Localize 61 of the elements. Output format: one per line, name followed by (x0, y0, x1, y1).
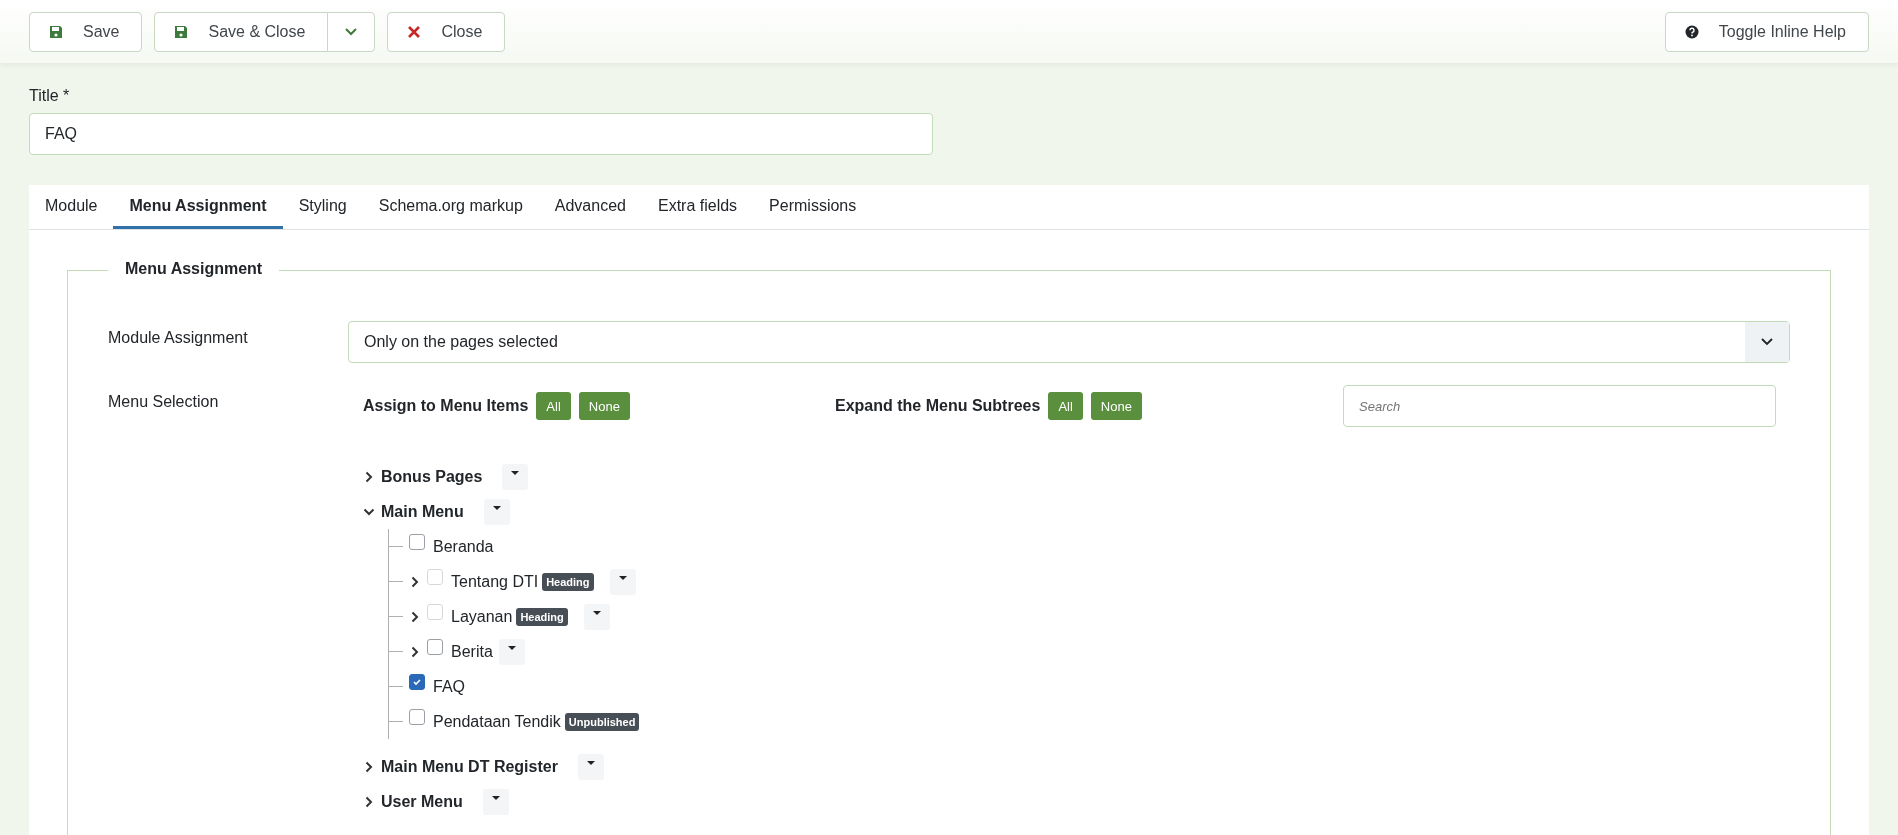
caret-icon (511, 470, 520, 476)
status-badge: Unpublished (564, 712, 640, 731)
menu-label[interactable]: Main Menu DT Register (381, 757, 558, 776)
field-label: Menu Selection (108, 392, 220, 411)
status-badge: Heading (542, 572, 594, 591)
close-button[interactable]: Close (387, 11, 506, 52)
assignment-select[interactable]: Only on the pages selected (348, 321, 1790, 363)
menu-dropdown-button[interactable] (482, 788, 509, 815)
caret-icon (618, 575, 627, 581)
save-button[interactable]: Save (29, 11, 143, 52)
menu-item-label[interactable]: FAQ (433, 677, 465, 696)
question-circle-icon (1684, 24, 1699, 39)
caret-icon (492, 505, 501, 511)
title-input[interactable]: FAQ (29, 113, 933, 155)
chevron-right-icon[interactable] (363, 760, 375, 773)
title-label: Title * (29, 87, 71, 105)
menu-item-label[interactable]: Berita (451, 642, 493, 661)
menu-item-label[interactable]: Pendataan Tendik (433, 712, 561, 731)
tab[interactable]: Module (29, 185, 114, 229)
status-badge: Heading (516, 607, 568, 626)
item-dropdown-button[interactable] (609, 568, 636, 595)
caret-icon (507, 645, 516, 651)
item-dropdown-button[interactable] (498, 638, 525, 665)
tab[interactable]: Permissions (753, 185, 873, 229)
checkbox[interactable] (409, 708, 425, 725)
expand-label: Expand the Menu Subtrees (835, 397, 1041, 415)
expand-button[interactable]: All (1048, 392, 1083, 420)
menu-dropdown-button[interactable] (502, 463, 529, 490)
dropdown-toggle-button[interactable] (327, 11, 376, 52)
fieldset-legend: Menu Assignment (108, 260, 280, 278)
tab[interactable]: Schema.org markup (362, 185, 539, 229)
expand-button[interactable]: None (1090, 392, 1142, 420)
menu-item-label[interactable]: Beranda (433, 537, 494, 556)
menu-label[interactable]: User Menu (381, 792, 463, 811)
chevron-right-icon[interactable] (363, 795, 375, 808)
caret-icon (586, 760, 595, 766)
tab[interactable]: Extra fields (641, 185, 754, 229)
field-label: Module Assignment (108, 328, 249, 347)
close-icon (407, 24, 422, 39)
item-dropdown-button[interactable] (583, 603, 610, 630)
tab[interactable]: Menu Assignment (113, 185, 283, 229)
caret-icon (592, 610, 601, 616)
menu-dropdown-button[interactable] (483, 498, 510, 525)
assign-label: Assign to Menu Items (363, 397, 529, 415)
assign-button[interactable]: All (536, 392, 571, 420)
assign-button[interactable]: None (578, 392, 630, 420)
checkbox[interactable] (427, 638, 443, 655)
checkmark-icon (412, 676, 422, 687)
menu-dropdown-button[interactable] (577, 753, 604, 780)
checkbox[interactable] (409, 533, 425, 550)
caret-icon (491, 795, 500, 801)
save-close-button[interactable]: Save & Close (154, 11, 329, 52)
menu-label[interactable]: Bonus Pages (381, 467, 483, 486)
chevron-right-icon[interactable] (409, 645, 421, 658)
menu-label[interactable]: Main Menu (381, 502, 464, 521)
checkbox[interactable] (409, 673, 425, 690)
chevron-right-icon[interactable] (363, 470, 375, 483)
tab[interactable]: Styling (282, 185, 363, 229)
tab[interactable]: Advanced (538, 185, 642, 229)
search-field[interactable]: Search (1343, 385, 1776, 427)
toggle-help-button[interactable]: Toggle Inline Help (1664, 11, 1869, 52)
